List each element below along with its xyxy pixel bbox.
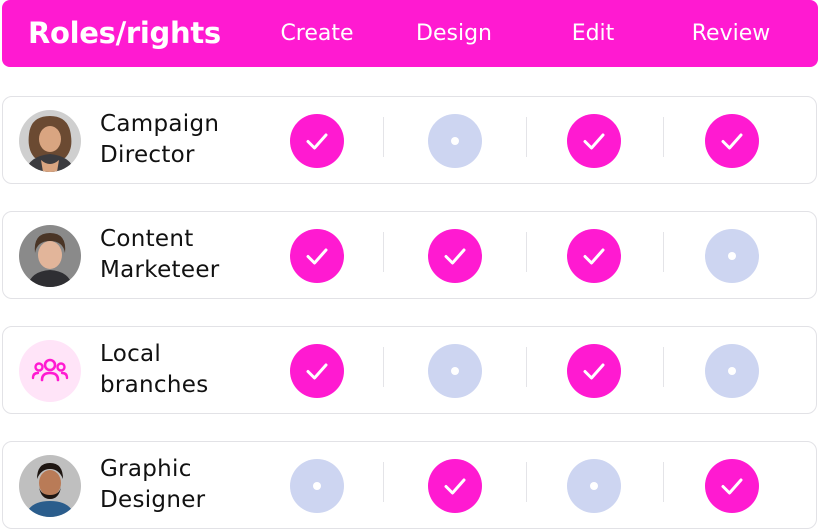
column-divider bbox=[663, 347, 664, 387]
checkmark-icon bbox=[583, 133, 605, 150]
checkmark-icon bbox=[306, 248, 328, 265]
avatar bbox=[19, 110, 81, 172]
right-toggle-create[interactable] bbox=[290, 459, 344, 513]
empty-dot-icon bbox=[728, 252, 736, 260]
role-row-graphic-designer: Graphic Designer bbox=[2, 441, 817, 529]
empty-dot-icon bbox=[590, 482, 598, 490]
role-name: Graphic Designer bbox=[100, 456, 206, 513]
column-header-edit: Edit bbox=[571, 21, 615, 46]
role-name: Content Marketeer bbox=[100, 226, 220, 283]
right-toggle-edit[interactable] bbox=[567, 229, 621, 283]
column-divider bbox=[526, 347, 527, 387]
right-toggle-review[interactable] bbox=[705, 114, 759, 168]
right-toggle-review[interactable] bbox=[705, 229, 759, 283]
right-toggle-design[interactable] bbox=[428, 459, 482, 513]
checkmark-icon bbox=[444, 478, 466, 495]
empty-dot-icon bbox=[451, 137, 459, 145]
header-title: Roles/rights bbox=[28, 16, 221, 50]
avatar bbox=[19, 225, 81, 287]
role-row-local-branches: Local branches bbox=[2, 326, 817, 414]
group-icon bbox=[19, 340, 81, 402]
checkmark-icon bbox=[583, 363, 605, 380]
column-divider bbox=[663, 232, 664, 272]
right-toggle-design[interactable] bbox=[428, 344, 482, 398]
checkmark-icon bbox=[583, 248, 605, 265]
right-toggle-design[interactable] bbox=[428, 229, 482, 283]
right-toggle-create[interactable] bbox=[290, 229, 344, 283]
table-header: Roles/rights Create Design Edit Review bbox=[2, 0, 818, 67]
checkmark-icon bbox=[721, 478, 743, 495]
column-divider bbox=[526, 462, 527, 502]
column-divider bbox=[526, 117, 527, 157]
right-toggle-review[interactable] bbox=[705, 344, 759, 398]
right-toggle-create[interactable] bbox=[290, 114, 344, 168]
empty-dot-icon bbox=[313, 482, 321, 490]
column-divider bbox=[383, 462, 384, 502]
right-toggle-create[interactable] bbox=[290, 344, 344, 398]
role-row-campaign-director: Campaign Director bbox=[2, 96, 817, 184]
column-header-review: Review bbox=[691, 21, 771, 46]
empty-dot-icon bbox=[451, 367, 459, 375]
checkmark-icon bbox=[721, 133, 743, 150]
empty-dot-icon bbox=[728, 367, 736, 375]
right-toggle-edit[interactable] bbox=[567, 344, 621, 398]
column-header-create: Create bbox=[280, 21, 354, 46]
column-divider bbox=[663, 462, 664, 502]
column-divider bbox=[383, 117, 384, 157]
column-divider bbox=[383, 347, 384, 387]
avatar bbox=[19, 455, 81, 517]
column-divider bbox=[526, 232, 527, 272]
right-toggle-review[interactable] bbox=[705, 459, 759, 513]
column-header-design: Design bbox=[416, 21, 492, 46]
role-row-content-marketeer: Content Marketeer bbox=[2, 211, 817, 299]
right-toggle-design[interactable] bbox=[428, 114, 482, 168]
checkmark-icon bbox=[444, 248, 466, 265]
right-toggle-edit[interactable] bbox=[567, 459, 621, 513]
column-divider bbox=[383, 232, 384, 272]
role-name: Local branches bbox=[100, 341, 209, 398]
checkmark-icon bbox=[306, 133, 328, 150]
right-toggle-edit[interactable] bbox=[567, 114, 621, 168]
role-name: Campaign Director bbox=[100, 111, 220, 168]
checkmark-icon bbox=[306, 363, 328, 380]
column-divider bbox=[663, 117, 664, 157]
